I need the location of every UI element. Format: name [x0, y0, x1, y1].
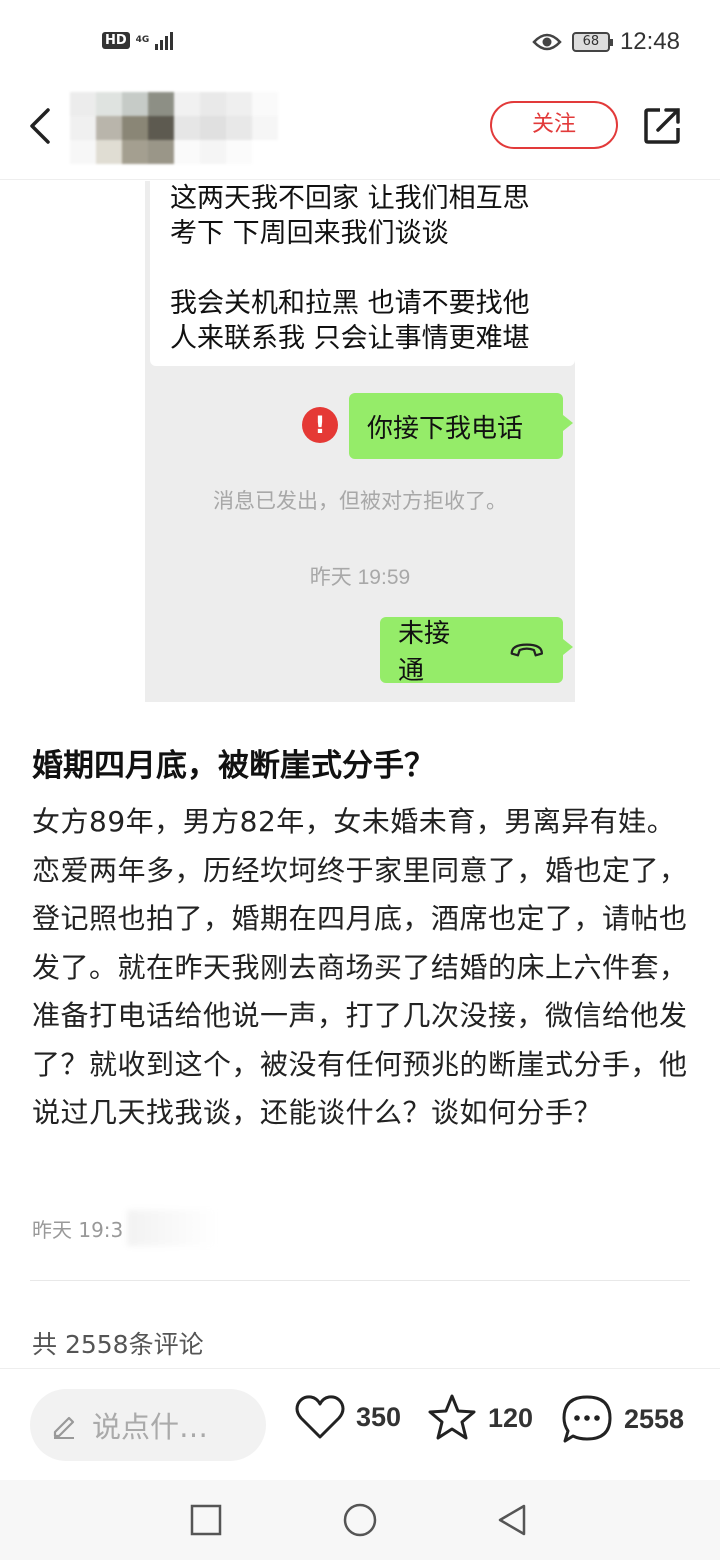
follow-button[interactable]: 关注 — [490, 101, 618, 149]
call-status-text: 未接通 — [398, 619, 451, 686]
incoming-message-bubble: 这两天我不回家 让我们相互思 考下 下周回来我们谈谈 我会关机和拉黑 也请不要找… — [150, 181, 575, 366]
post-body: 女方89年，男方82年，女未婚未育，男离异有娃。恋爱两年多，历经坎坷终于家里同意… — [32, 805, 688, 1129]
incoming-line: 这两天我不回家 让我们相互思 — [170, 183, 530, 214]
share-icon[interactable] — [640, 104, 684, 148]
star-icon — [428, 1394, 476, 1440]
chat-timestamp: 昨天 19:59 — [309, 566, 411, 589]
incoming-line: 我会关机和拉黑 也请不要找他 — [170, 288, 530, 319]
divider — [30, 1280, 690, 1281]
hangup-phone-icon — [510, 643, 544, 657]
outgoing-message-text: 你接下我电话 — [367, 413, 524, 444]
status-left: HD 4G — [102, 30, 174, 50]
eye-icon — [532, 33, 562, 51]
favorite-button[interactable]: 120 — [426, 1393, 533, 1443]
comment-button[interactable]: 2558 — [560, 1393, 684, 1445]
chat-screenshot-image[interactable]: 这两天我不回家 让我们相互思 考下 下周回来我们谈谈 我会关机和拉黑 也请不要找… — [145, 181, 575, 702]
comment-count: 2558 — [624, 1403, 685, 1434]
battery-icon: 68 — [571, 32, 613, 52]
author-avatar[interactable] — [70, 92, 280, 164]
back-arrow-icon[interactable] — [22, 104, 62, 148]
heart-icon — [295, 1395, 345, 1439]
home-circle-icon[interactable] — [342, 1502, 378, 1538]
pencil-icon — [53, 1416, 75, 1439]
network-type: 4G — [135, 34, 150, 45]
system-nav-bar — [0, 1480, 720, 1560]
post-time: 昨天 19:3 — [32, 1217, 124, 1242]
like-button[interactable]: 350 — [294, 1393, 401, 1441]
comment-input[interactable]: 说点什… — [30, 1389, 266, 1461]
incoming-line: 考下 下周回来我们谈谈 — [170, 218, 449, 249]
outgoing-message-bubble: 你接下我电话 — [349, 393, 573, 459]
signal-icon — [155, 30, 174, 50]
bottom-action-bar: 说点什… 350 120 2558 — [0, 1368, 720, 1480]
favorite-count: 120 — [488, 1402, 534, 1433]
rejected-notice: 消息已发出，但被对方拒收了。 — [213, 489, 507, 513]
send-error-icon: ! — [302, 407, 338, 443]
like-count: 350 — [356, 1401, 402, 1432]
clock: 12:48 — [619, 28, 680, 55]
recents-square-icon[interactable] — [188, 1502, 224, 1538]
incoming-line: 人来联系我 只会让事情更难堪 — [170, 323, 530, 354]
top-nav: 关注 — [0, 84, 720, 180]
post-meta: 昨天 19:3 — [32, 1210, 218, 1246]
post-title: 婚期四月底，被断崖式分手？ — [32, 748, 435, 784]
status-right: 68 12:48 — [532, 28, 680, 56]
blurred-location — [127, 1210, 218, 1246]
comment-input-placeholder: 说点什… — [92, 1410, 209, 1444]
call-status-bubble: 未接通 — [380, 617, 573, 686]
back-triangle-icon[interactable] — [494, 1502, 530, 1538]
hd-indicator: HD — [102, 31, 130, 49]
comment-count-label: 共 2558条评论 — [32, 1330, 204, 1359]
comment-bubble-icon — [562, 1395, 612, 1443]
status-bar: HD 4G 68 12:48 — [0, 0, 720, 84]
post-detail-page: HD 4G 68 12:48 关注 这两天我不回家 让我们相互思 考下 下周回来… — [0, 0, 720, 1560]
